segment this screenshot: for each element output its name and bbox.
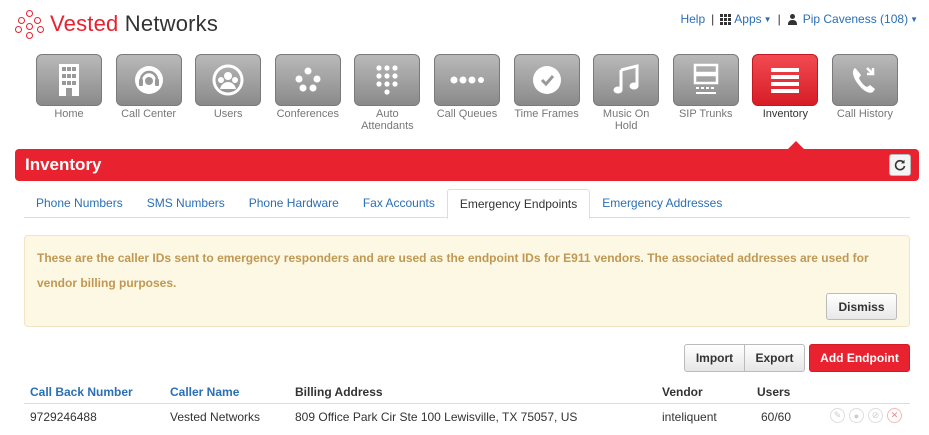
- brand-name: Vested Networks: [50, 11, 219, 36]
- tile-call-center[interactable]: Call Center: [115, 54, 182, 132]
- brand-logo[interactable]: Vested Networks: [15, 9, 218, 39]
- phone-history-icon: [831, 54, 898, 106]
- dismiss-button[interactable]: Dismiss: [826, 293, 897, 320]
- tab-phone-numbers[interactable]: Phone Numbers: [24, 189, 135, 218]
- cell-caller-name: Vested Networks: [170, 410, 261, 424]
- tab-fax-accounts[interactable]: Fax Accounts: [351, 189, 447, 218]
- apps-label: Apps: [734, 12, 762, 26]
- tile-label: Call Center: [121, 108, 177, 120]
- delete-icon[interactable]: ✕: [887, 408, 902, 423]
- tile-label: Conferences: [276, 108, 339, 120]
- tile-label: Time Frames: [514, 108, 579, 120]
- tile-call-history[interactable]: Call History: [831, 54, 898, 132]
- network-logo-icon: [15, 9, 45, 39]
- link-icon[interactable]: ⊘: [868, 408, 883, 423]
- page-header-bar: Inventory: [15, 141, 919, 181]
- tile-label: Call History: [836, 108, 894, 120]
- tab-sms-numbers[interactable]: SMS Numbers: [135, 189, 237, 218]
- clock-icon: [513, 54, 580, 106]
- tile-label: Music On Hold: [602, 108, 650, 132]
- alert-message: These are the caller IDs sent to emergen…: [37, 251, 869, 290]
- export-button[interactable]: Export: [744, 344, 805, 372]
- server-icon: [672, 54, 739, 106]
- user-name: Pip Caveness (108): [802, 12, 909, 26]
- conference-icon: [274, 54, 341, 106]
- music-icon: [593, 54, 660, 106]
- tile-inventory[interactable]: Inventory: [752, 54, 819, 132]
- module-tiles: Home Call Center Users Conferences Auto …: [36, 54, 912, 132]
- add-endpoint-button[interactable]: Add Endpoint: [809, 344, 910, 372]
- tile-conferences[interactable]: Conferences: [274, 54, 341, 132]
- tile-call-queues[interactable]: Call Queues: [433, 54, 500, 132]
- users-icon: [195, 54, 262, 106]
- active-tile-pointer: [788, 141, 804, 149]
- cell-billing-address: 809 Office Park Cir Ste 100 Lewisville, …: [295, 410, 578, 424]
- user-assign-icon[interactable]: ●: [849, 408, 864, 423]
- caret-down-icon: ▼: [763, 14, 772, 24]
- row-actions: ✎ ● ⊘ ✕: [830, 408, 906, 423]
- page-title: Inventory: [25, 155, 102, 174]
- import-button[interactable]: Import: [684, 344, 745, 372]
- tile-label: Auto Attendants: [361, 108, 414, 132]
- tile-sip-trunks[interactable]: SIP Trunks: [672, 54, 739, 132]
- nav-separator: |: [711, 12, 715, 26]
- column-header-billing-address: Billing Address: [295, 385, 383, 399]
- list-icon: [752, 54, 819, 106]
- cell-call-back-number: 9729246488: [30, 410, 97, 424]
- edit-icon[interactable]: ✎: [830, 408, 845, 423]
- tab-emergency-endpoints[interactable]: Emergency Endpoints: [446, 189, 591, 219]
- apps-menu[interactable]: Apps ▼: [720, 12, 772, 26]
- tile-label: Home: [54, 108, 84, 120]
- tile-users[interactable]: Users: [195, 54, 262, 132]
- tile-label: Inventory: [762, 108, 808, 120]
- nav-separator: |: [777, 12, 781, 26]
- tab-phone-hardware[interactable]: Phone Hardware: [237, 189, 351, 218]
- inventory-tabs: Phone Numbers SMS Numbers Phone Hardware…: [24, 189, 910, 219]
- tile-label: SIP Trunks: [678, 108, 733, 120]
- tile-auto-attendants[interactable]: Auto Attendants: [354, 54, 421, 132]
- apps-grid-icon: [720, 13, 732, 25]
- user-menu[interactable]: Pip Caveness (108) ▼: [787, 12, 918, 26]
- tile-home[interactable]: Home: [36, 54, 102, 132]
- refresh-button[interactable]: [889, 154, 911, 176]
- tile-label: Call Queues: [436, 108, 498, 120]
- tab-emergency-addresses[interactable]: Emergency Addresses: [590, 189, 734, 218]
- column-header-users: Users: [757, 385, 791, 399]
- caret-down-icon: ▼: [910, 14, 918, 24]
- refresh-icon: [894, 159, 906, 171]
- user-icon: [787, 13, 798, 25]
- dots-icon: [433, 54, 500, 106]
- building-icon: [36, 54, 102, 106]
- headset-icon: [115, 54, 182, 106]
- cell-users: 60/60: [761, 410, 792, 424]
- top-nav: Help | Apps ▼ | Pip Caveness (108) ▼: [680, 12, 918, 26]
- tile-time-frames[interactable]: Time Frames: [513, 54, 580, 132]
- tile-label: Users: [213, 108, 243, 120]
- info-alert: These are the caller IDs sent to emergen…: [24, 235, 910, 327]
- column-header-vendor: Vendor: [662, 385, 703, 399]
- table-divider: [24, 403, 910, 404]
- tile-music-on-hold[interactable]: Music On Hold: [593, 54, 660, 132]
- column-header-caller-name[interactable]: Caller Name: [170, 385, 239, 399]
- column-header-call-back-number[interactable]: Call Back Number: [30, 385, 133, 399]
- keypad-icon: [354, 54, 421, 106]
- cell-vendor: inteliquent: [662, 410, 717, 424]
- help-link[interactable]: Help: [680, 12, 705, 26]
